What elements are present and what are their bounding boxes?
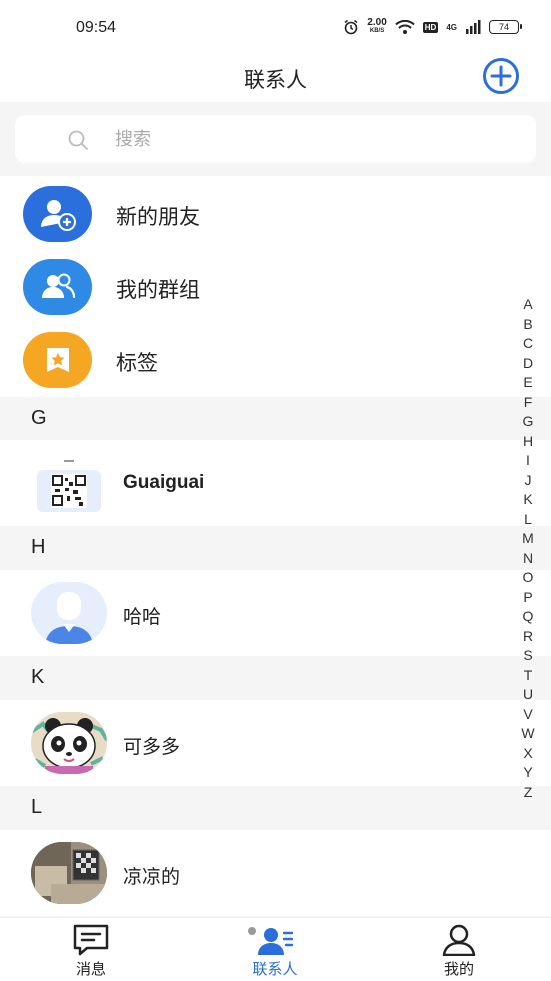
search-box[interactable]: [15, 115, 536, 163]
index-letter[interactable]: Q: [518, 607, 538, 627]
index-letter[interactable]: P: [518, 588, 538, 608]
photo-avatar: [31, 842, 107, 904]
contact-name: Guaiguai: [123, 472, 205, 493]
index-letter[interactable]: H: [518, 432, 538, 452]
bottom-tab-bar: 消息 联系人 我的: [0, 917, 551, 981]
group-icon: [23, 259, 92, 315]
section-header-k: K: [0, 656, 551, 699]
network-type: 4G: [446, 22, 457, 32]
plus-circle-icon[interactable]: [482, 57, 520, 95]
index-letter[interactable]: F: [518, 393, 538, 413]
default-person-avatar: [31, 582, 107, 644]
net-speed: 2.00 KB/S: [367, 17, 387, 35]
wifi-icon: [395, 20, 415, 34]
panda-avatar: [31, 712, 107, 774]
signal-icon: [466, 20, 481, 34]
search-input[interactable]: [115, 115, 495, 163]
message-icon: [73, 924, 109, 956]
menu-item-tags[interactable]: 标签: [0, 323, 551, 396]
index-letter[interactable]: Z: [518, 783, 538, 803]
index-letter[interactable]: L: [518, 510, 538, 530]
tab-messages[interactable]: 消息: [31, 918, 151, 981]
contact-row[interactable]: 哈哈: [0, 570, 551, 656]
status-time: 09:54: [76, 19, 117, 36]
contact-row[interactable]: 凉凉的: [0, 830, 551, 916]
index-letter[interactable]: W: [518, 724, 538, 744]
index-letter[interactable]: R: [518, 627, 538, 647]
status-bar: 09:54 2.00 KB/S HD 4G 74: [0, 0, 551, 56]
search-icon: [68, 130, 88, 150]
tab-label: 消息: [75, 961, 106, 978]
contacts-icon: [258, 928, 293, 955]
tab-contacts[interactable]: 联系人: [215, 918, 335, 981]
index-letter[interactable]: U: [518, 685, 538, 705]
index-letter[interactable]: G: [518, 412, 538, 432]
index-letter[interactable]: I: [518, 451, 538, 471]
tag-star-icon: [23, 332, 92, 388]
alphabet-index[interactable]: A B C D E F G H I J K L M N O P Q R S T …: [518, 295, 538, 802]
index-letter[interactable]: X: [518, 744, 538, 764]
contact-row[interactable]: Guaiguai: [0, 440, 551, 526]
index-letter[interactable]: B: [518, 315, 538, 335]
notification-dot: [248, 927, 256, 935]
menu-item-my-groups[interactable]: 我的群组: [0, 250, 551, 323]
menu-item-label: 我的群组: [116, 279, 200, 302]
page-title: 联系人: [244, 69, 307, 92]
menu-item-label: 新的朋友: [116, 206, 200, 229]
index-letter[interactable]: J: [518, 471, 538, 491]
index-letter[interactable]: S: [518, 646, 538, 666]
qr-code-avatar: [31, 452, 107, 514]
index-letter[interactable]: N: [518, 549, 538, 569]
index-letter[interactable]: V: [518, 705, 538, 725]
index-letter[interactable]: Y: [518, 763, 538, 783]
contact-name: 凉凉的: [123, 867, 181, 888]
battery-icon: 74: [489, 20, 522, 34]
contact-name: 哈哈: [123, 607, 162, 628]
header: 联系人: [0, 56, 551, 102]
status-icons: 2.00 KB/S HD 4G 74: [343, 17, 522, 36]
tab-label: 联系人: [252, 961, 298, 978]
menu-item-new-friends[interactable]: 新的朋友: [0, 177, 551, 250]
alarm-icon: [344, 19, 358, 35]
tab-profile[interactable]: 我的: [399, 918, 519, 981]
contact-name: 可多多: [123, 737, 181, 758]
section-header-h: H: [0, 526, 551, 569]
contacts-menu: 新的朋友 我的群组 标签: [0, 176, 551, 397]
index-letter[interactable]: K: [518, 490, 538, 510]
menu-item-label: 标签: [116, 352, 158, 375]
section-header-l: L: [0, 786, 551, 829]
index-letter[interactable]: E: [518, 373, 538, 393]
profile-icon: [442, 924, 476, 956]
add-friend-icon: [23, 186, 92, 242]
hd-badge: HD: [422, 21, 439, 33]
index-letter[interactable]: C: [518, 334, 538, 354]
index-letter[interactable]: D: [518, 354, 538, 374]
section-header-g: G: [0, 397, 551, 440]
search-area: [0, 102, 551, 176]
index-letter[interactable]: O: [518, 568, 538, 588]
index-letter[interactable]: M: [518, 529, 538, 549]
index-letter[interactable]: A: [518, 295, 538, 315]
contact-row[interactable]: 可多多: [0, 700, 551, 786]
index-letter[interactable]: T: [518, 666, 538, 686]
tab-label: 我的: [443, 961, 474, 978]
